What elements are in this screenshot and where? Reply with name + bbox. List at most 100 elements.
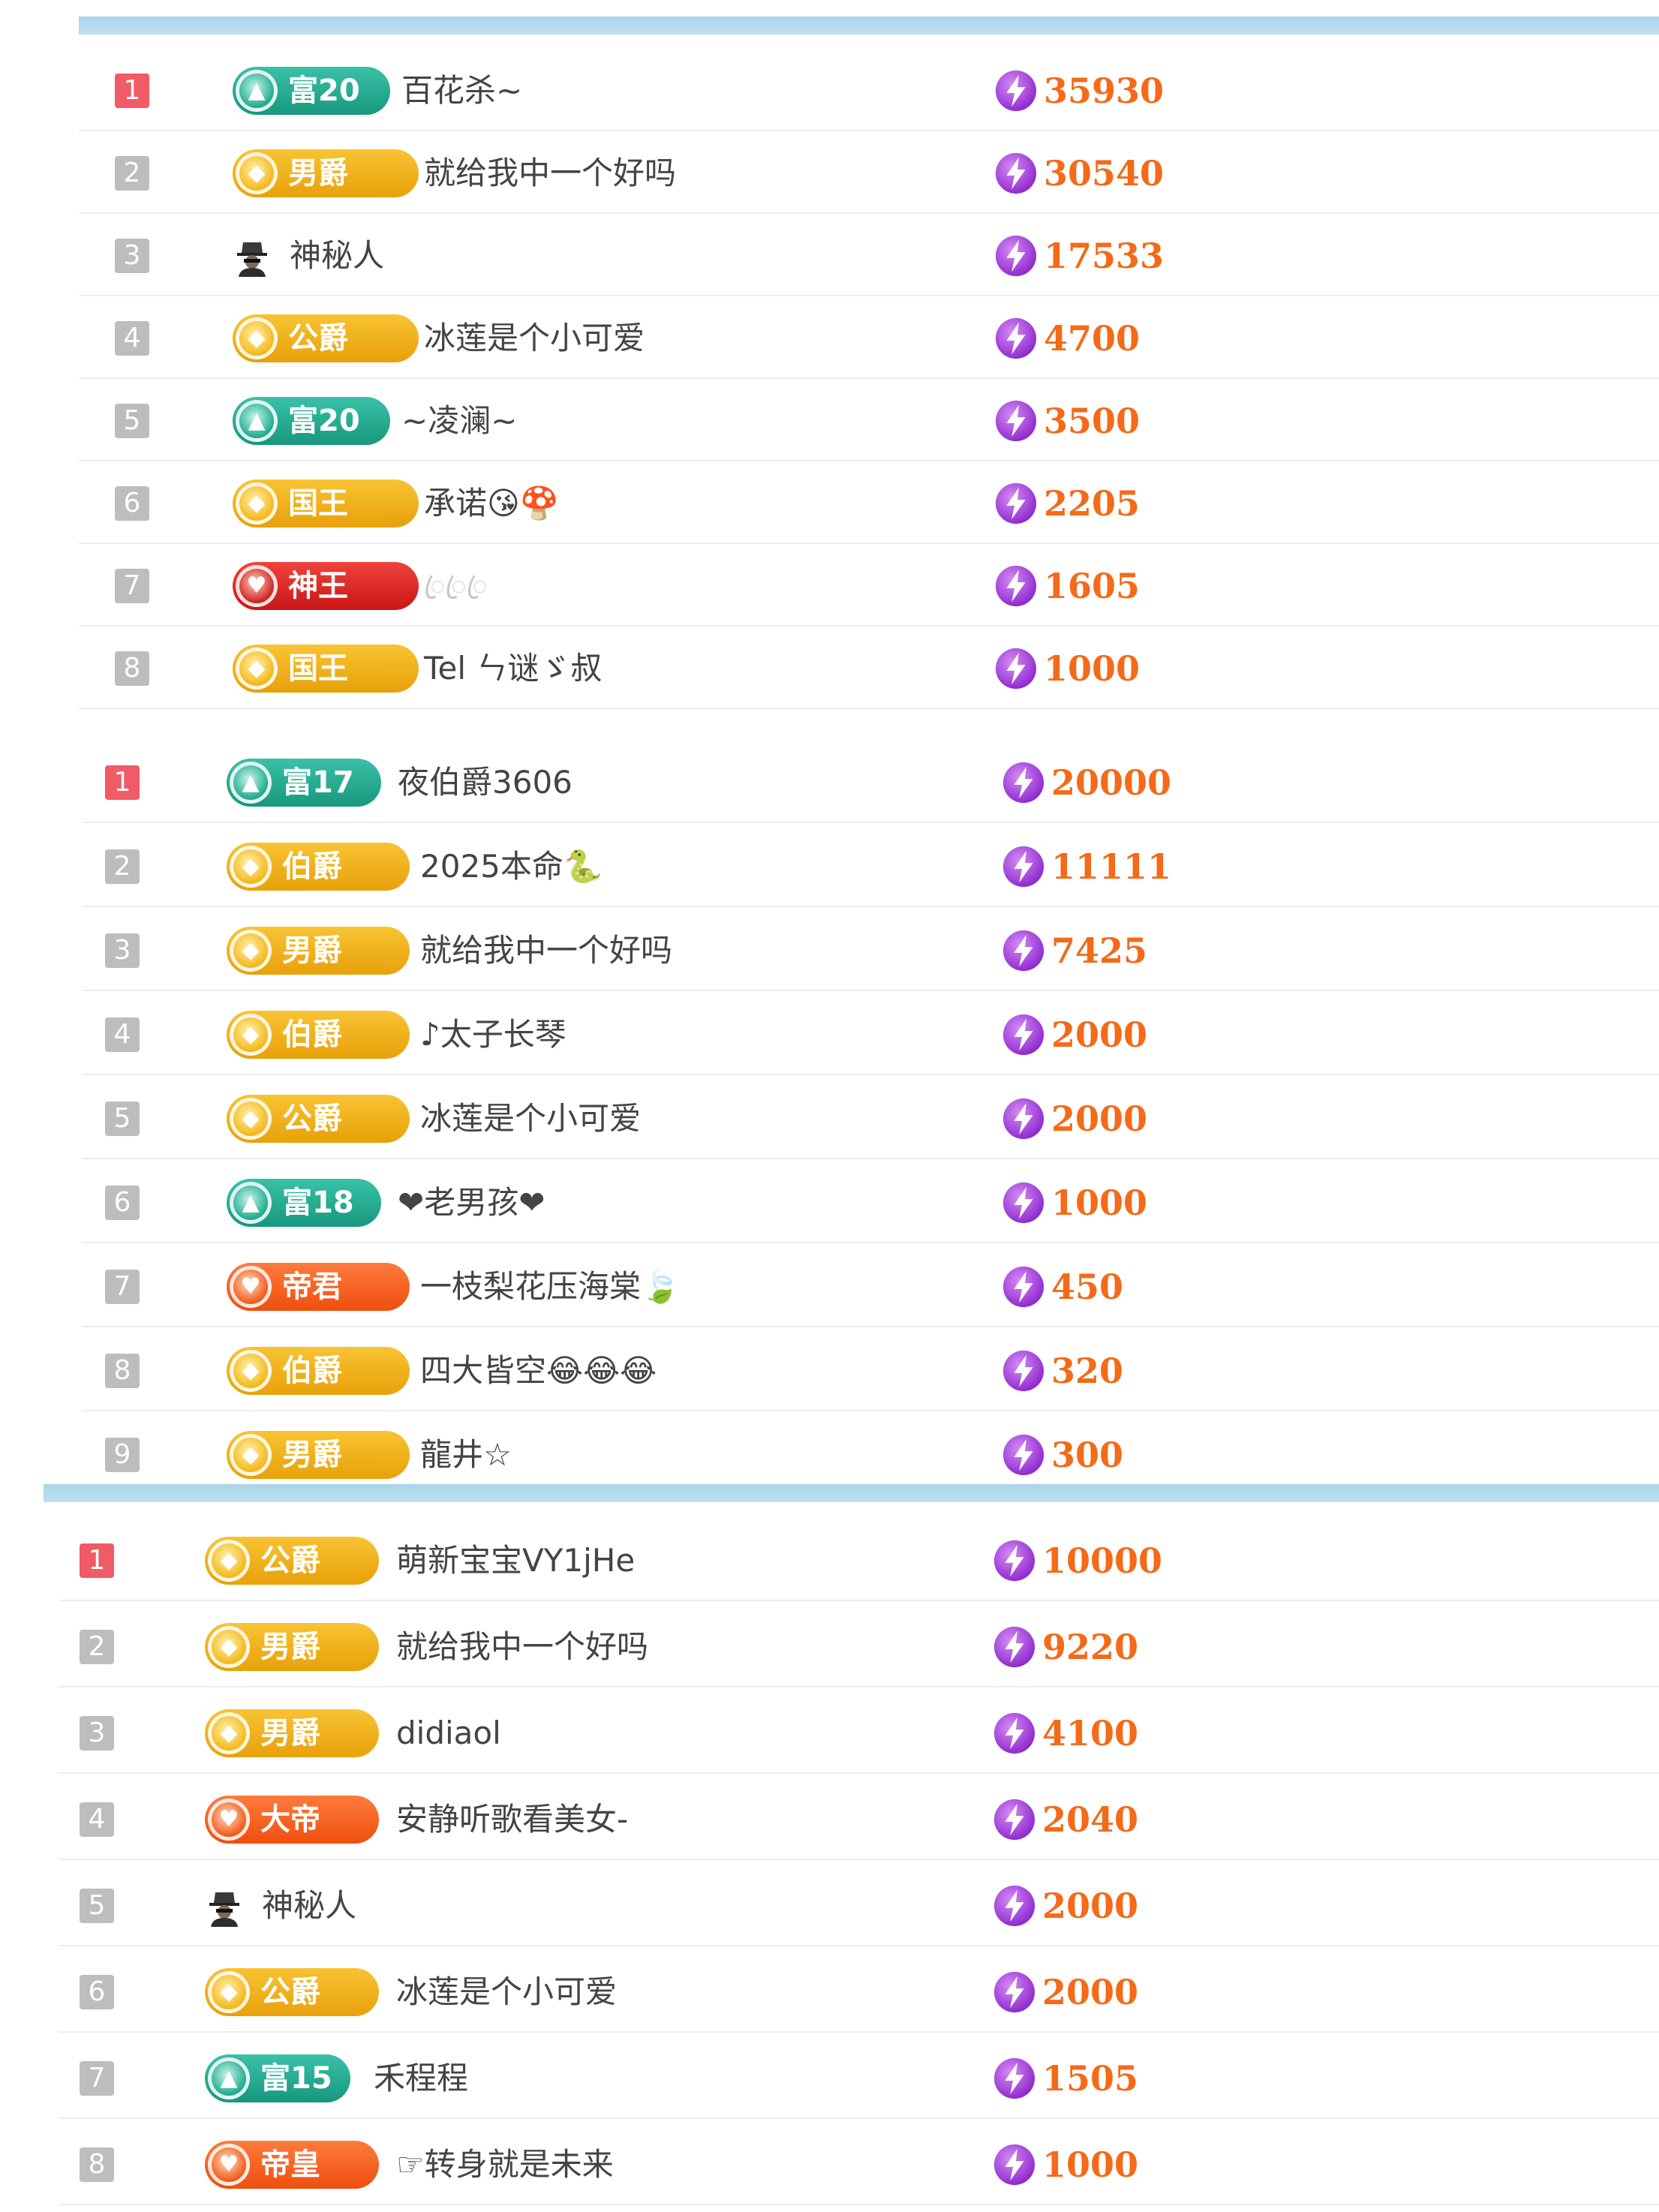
level-badge: ◆ 公爵 xyxy=(205,1537,379,1585)
user-name[interactable]: 就给我中一个好吗 xyxy=(424,149,676,197)
lightning-bolt-icon xyxy=(995,565,1037,607)
lightning-bolt-icon xyxy=(995,648,1037,690)
user-name[interactable]: 禾程程 xyxy=(374,2054,468,2102)
user-name[interactable]: 一枝梨花压海棠🍃 xyxy=(420,1263,680,1311)
leaderboard-row[interactable]: 6 ▲ 富18 ❤老男孩❤ 1000 xyxy=(83,1159,1659,1243)
lightning-bolt-icon xyxy=(993,1799,1035,1841)
leaderboard-row[interactable]: 6 ◆ 国王 承诺😘🍄 2205 xyxy=(79,460,1659,544)
leaderboard-row[interactable]: 8 ◆ 国王 Tel ㄣ谜ゞ叔 1000 xyxy=(79,625,1659,709)
lightning-bolt-icon xyxy=(995,400,1037,442)
level-badge: ◆ 公爵 xyxy=(227,1095,410,1143)
badge-label: 男爵 xyxy=(288,156,348,191)
user-name[interactable]: 神秘人 xyxy=(262,1882,356,1930)
score-number: 10000 xyxy=(1042,1540,1163,1581)
lightning-bolt-icon xyxy=(993,1885,1035,1927)
badge-emblem-icon: ▲ xyxy=(230,1182,272,1224)
user-name[interactable]: ~凌澜~ xyxy=(401,397,517,445)
user-name[interactable]: 冰莲是个小可爱 xyxy=(420,1095,641,1143)
lightning-bolt-icon xyxy=(993,1712,1035,1754)
user-name[interactable]: didiaol xyxy=(396,1709,501,1757)
badge-emblem-icon: ▲ xyxy=(236,70,278,112)
leaderboard-row[interactable]: 3 ◆ 男爵 didiaol 4100 xyxy=(59,1690,1659,1774)
badge-emblem-icon: ◆ xyxy=(230,930,272,972)
leaderboard-row[interactable]: 6 ◆ 公爵 冰莲是个小可爱 2000 xyxy=(59,1949,1659,2033)
leaderboard-row[interactable]: 4 ◆ 公爵 冰莲是个小可爱 4700 xyxy=(79,295,1659,379)
level-badge: ▲ 富18 xyxy=(227,1179,381,1227)
leaderboard-row[interactable]: 3 神秘人 17533 xyxy=(79,212,1659,296)
user-name[interactable]: 冰莲是个小可爱 xyxy=(424,314,645,362)
user-name[interactable]: 百花杀~ xyxy=(401,67,522,115)
user-name[interactable]: 冰莲是个小可爱 xyxy=(396,1968,617,2016)
lightning-bolt-icon xyxy=(1002,930,1044,972)
score-number: 2000 xyxy=(1042,1886,1139,1926)
lightning-bolt-icon xyxy=(995,317,1037,359)
leaderboard-row[interactable]: 3 ◆ 男爵 就给我中一个好吗 7425 xyxy=(83,907,1659,991)
rank-number: 5 xyxy=(115,404,149,438)
rank-number: 1 xyxy=(115,74,149,108)
level-badge: ♥ 帝君 xyxy=(227,1263,410,1311)
lightning-bolt-icon xyxy=(1002,1350,1044,1392)
user-name[interactable]: 安静听歌看美女- xyxy=(396,1796,628,1844)
leaderboard-row[interactable]: 4 ♥ 大帝 安静听歌看美女- 2040 xyxy=(59,1776,1659,1860)
badge-emblem-icon: ◆ xyxy=(208,1626,250,1668)
leaderboard-row[interactable]: 2 ◆ 男爵 就给我中一个好吗 9220 xyxy=(59,1603,1659,1688)
badge-label: 国王 xyxy=(288,486,348,521)
badge-label: 公爵 xyxy=(282,1101,342,1136)
lightning-bolt-icon xyxy=(993,1540,1035,1582)
user-name[interactable]: 夜伯爵3606 xyxy=(398,759,573,807)
leaderboard-row[interactable]: 1 ◆ 公爵 萌新宝宝VY1jHe 10000 xyxy=(59,1517,1659,1601)
lightning-bolt-icon xyxy=(993,2057,1035,2099)
level-badge: ▲ 富15 xyxy=(205,2054,350,2102)
badge-emblem-icon: ◆ xyxy=(236,648,278,690)
score-number: 2000 xyxy=(1051,1098,1148,1139)
leaderboard-row[interactable]: 2 ◆ 伯爵 2025本命🐍 11111 xyxy=(83,823,1659,907)
leaderboard-row[interactable]: 8 ◆ 伯爵 四大皆空😂😂😂 320 xyxy=(83,1327,1659,1411)
user-name[interactable]: 承诺😘🍄 xyxy=(424,479,559,527)
user-name[interactable]: 就给我中一个好吗 xyxy=(396,1623,648,1671)
leaderboard-row[interactable]: 5 神秘人 2000 xyxy=(59,1862,1659,1946)
rank-number: 1 xyxy=(105,765,140,800)
lightning-bolt-icon xyxy=(995,152,1037,194)
leaderboard-row[interactable]: 1 ▲ 富17 夜伯爵3606 20000 xyxy=(83,739,1659,823)
user-name[interactable]: ❤老男孩❤ xyxy=(398,1179,545,1227)
lightning-bolt-icon xyxy=(993,1626,1035,1668)
leaderboard-row[interactable]: 5 ▲ 富20 ~凌澜~ 3500 xyxy=(79,377,1659,461)
badge-emblem-icon: ◆ xyxy=(208,1971,250,2013)
user-name[interactable]: Tel ㄣ谜ゞ叔 xyxy=(424,645,602,693)
badge-label: 国王 xyxy=(288,651,348,686)
leaderboard-panel-2: 1 ▲ 富17 夜伯爵3606 20000 2 ◆ 伯爵 2025本命🐍 11111 3 ◆ 男爵 就给我… xyxy=(83,739,1659,1482)
user-name[interactable]: ☞转身就是未来 xyxy=(396,2141,614,2189)
leaderboard-row[interactable]: 4 ◆ 伯爵 ♪太子长琴 2000 xyxy=(83,991,1659,1075)
score-number: 450 xyxy=(1051,1267,1124,1307)
score-number: 2000 xyxy=(1042,1972,1139,2012)
badge-label: 富20 xyxy=(288,74,360,108)
leaderboard-row[interactable]: 5 ◆ 公爵 冰莲是个小可爱 2000 xyxy=(83,1075,1659,1159)
user-name[interactable]: 就给我中一个好吗 xyxy=(420,927,672,975)
user-name[interactable]: ꦿꦿꦿ xyxy=(424,562,488,610)
user-name[interactable]: 萌新宝宝VY1jHe xyxy=(396,1537,635,1585)
badge-emblem-icon: ◆ xyxy=(230,1434,272,1476)
badge-label: 神王 xyxy=(288,569,348,603)
badge-label: 帝皇 xyxy=(260,2147,320,2182)
level-badge: ▲ 富17 xyxy=(227,759,381,807)
level-badge: ♥ 帝皇 xyxy=(205,2141,379,2189)
leaderboard-row[interactable]: 1 ▲ 富20 百花杀~ 35930 xyxy=(79,47,1659,131)
leaderboard-row[interactable]: 7 ♥ 神王ꦿꦿꦿ 1605 xyxy=(79,542,1659,627)
leaderboard-row[interactable]: 8 ♥ 帝皇 ☞转身就是未来 1000 xyxy=(59,2121,1659,2205)
rank-number: 8 xyxy=(115,651,149,686)
user-name[interactable]: 四大皆空😂😂😂 xyxy=(420,1347,657,1395)
rank-number: 6 xyxy=(115,486,149,521)
user-name[interactable]: 龍井☆ xyxy=(420,1431,512,1479)
leaderboard-panel-1: 1 ▲ 富20 百花杀~ 35930 2 ◆ 男爵 就给我中一个好吗 30540 3 神秘人 17533… xyxy=(79,47,1659,734)
user-name[interactable]: 神秘人 xyxy=(290,232,384,280)
badge-emblem-icon: ◆ xyxy=(208,1540,250,1582)
badge-emblem-icon: ◆ xyxy=(230,1098,272,1140)
leaderboard-row[interactable]: 7 ▲ 富15 禾程程 1505 xyxy=(59,2035,1659,2119)
leaderboard-row[interactable]: 9 ◆ 男爵 龍井☆ 300 xyxy=(83,1411,1659,1482)
user-name[interactable]: 2025本命🐍 xyxy=(420,843,603,891)
level-badge: ◆ 公爵 xyxy=(233,314,419,362)
user-name[interactable]: ♪太子长琴 xyxy=(420,1011,567,1059)
leaderboard-row[interactable]: 7 ♥ 帝君 一枝梨花压海棠🍃 450 xyxy=(83,1243,1659,1327)
score-number: 17533 xyxy=(1044,236,1165,276)
leaderboard-row[interactable]: 2 ◆ 男爵 就给我中一个好吗 30540 xyxy=(79,130,1659,214)
